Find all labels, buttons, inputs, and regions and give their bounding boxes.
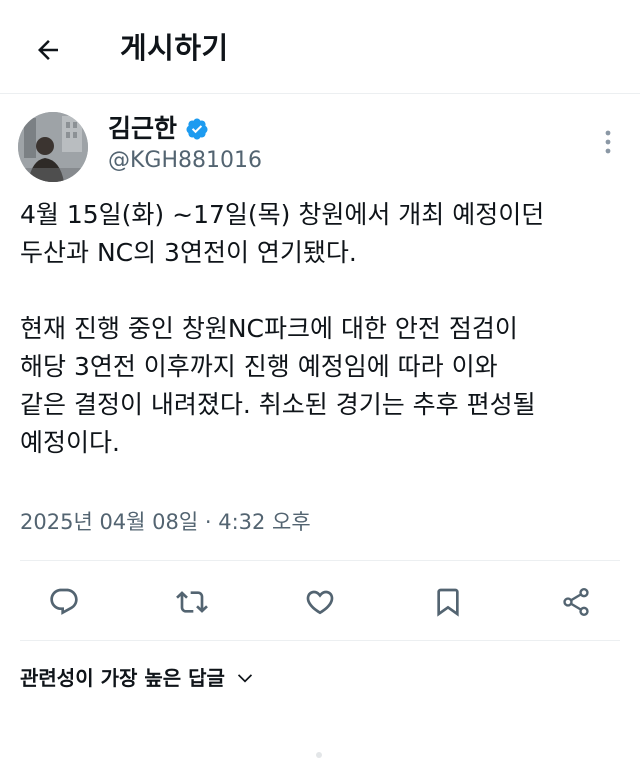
replies-sort-dropdown[interactable]: 관련성이 가장 높은 답글 — [20, 662, 255, 694]
share-icon — [563, 588, 589, 616]
author-name-text: 김근한 — [108, 114, 178, 143]
back-button[interactable] — [26, 28, 70, 72]
tweet-line: 4월 15일(화) ~17일(목) 창원에서 개최 예정이던 — [20, 200, 545, 229]
like-button[interactable] — [302, 584, 338, 620]
retweet-icon — [176, 591, 208, 613]
action-bar — [0, 566, 640, 638]
more-vertical-icon — [605, 130, 611, 154]
avatar-photo — [18, 112, 88, 182]
top-bar: 게시하기 — [0, 0, 640, 94]
tweet-line: 현재 진행 중인 창원NC파크에 대한 안전 점검이 — [20, 314, 518, 343]
reply-button[interactable] — [46, 584, 82, 620]
tweet-line: 두산과 NC의 3연전이 연기됐다. — [20, 238, 357, 267]
tweet-detail-page: 게시하기 김근한 @KGH881016 4월 15일(화) ~17일(목) 창원… — [0, 0, 640, 782]
chevron-down-icon — [237, 674, 252, 683]
divider — [20, 640, 620, 641]
share-button[interactable] — [558, 584, 594, 620]
heart-icon — [306, 590, 334, 615]
page-title: 게시하기 — [120, 31, 229, 65]
tweet-text: 4월 15일(화) ~17일(목) 창원에서 개최 예정이던 두산과 NC의 3… — [20, 196, 620, 462]
replies-sort-label: 관련성이 가장 높은 답글 — [20, 666, 225, 690]
scroll-indicator — [316, 752, 322, 758]
tweet-timestamp[interactable]: 2025년 04월 08일 · 4:32 오후 — [20, 506, 311, 538]
retweet-button[interactable] — [174, 584, 210, 620]
reply-icon — [50, 588, 78, 615]
author-name[interactable]: 김근한 — [108, 112, 209, 146]
bookmark-button[interactable] — [430, 584, 466, 620]
tweet-line: 해당 3연전 이후까지 진행 예정임에 따라 이와 — [20, 352, 498, 381]
tweet-line: 같은 결정이 내려졌다. 취소된 경기는 추후 편성될 — [20, 390, 536, 419]
more-options-button[interactable] — [596, 126, 620, 158]
arrow-left-icon — [38, 40, 58, 60]
divider — [20, 560, 620, 561]
bookmark-icon — [437, 588, 459, 617]
author-handle[interactable]: @KGH881016 — [108, 146, 262, 176]
tweet-line: 예정이다. — [20, 428, 120, 457]
avatar[interactable] — [18, 112, 88, 182]
verified-badge-icon — [186, 118, 208, 140]
